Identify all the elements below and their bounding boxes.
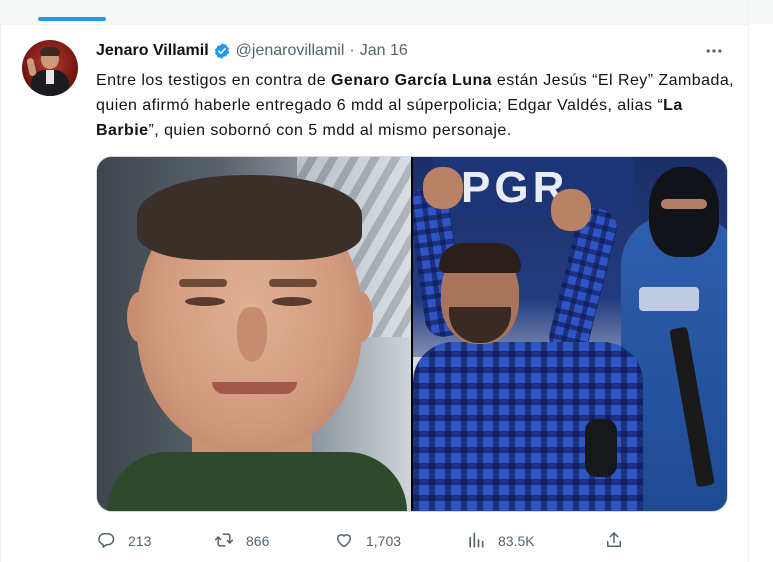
reply-count: 213 [128,533,152,549]
views-chart-icon [466,530,486,553]
verified-badge-icon [213,42,231,60]
media-photo-portrait[interactable] [97,157,411,511]
retweet-button[interactable]: 866 [214,528,269,554]
divider [0,24,749,25]
retweet-count: 866 [246,533,270,549]
reply-button[interactable]: 213 [96,528,151,554]
text-segment: Entre los testigos en contra de [96,72,331,89]
tweet-header: Jenaro Villamil @jenarovillamil · Jan 16 [96,40,408,62]
bold-name: Genaro García Luna [330,72,493,89]
tweet-screenshot: Jenaro Villamil @jenarovillamil · Jan 16… [0,0,773,562]
tweet-actions: 213 866 1,703 83.5K [96,528,736,554]
views-count: 83.5K [498,533,535,549]
retweet-icon [214,530,234,553]
like-button[interactable]: 1,703 [334,528,401,554]
header-separator: · [349,42,355,59]
tweet-text: Entre los testigos en contra de Genaro G… [96,68,736,143]
views-button[interactable]: 83.5K [466,528,535,554]
author-handle[interactable]: @jenarovillamil [236,42,345,60]
top-strip [0,0,773,24]
timeline-right-border [748,0,749,562]
share-button[interactable] [604,528,624,554]
avatar[interactable] [22,40,78,96]
reply-icon [96,530,116,553]
heart-icon [334,530,354,553]
active-tab-indicator [38,17,106,21]
more-options-icon[interactable] [702,40,726,62]
media-photo-arrest[interactable]: PGR [413,157,727,511]
like-count: 1,703 [366,533,402,549]
tweet-media[interactable]: PGR [96,156,728,512]
tweet-date[interactable]: Jan 16 [360,42,408,60]
author-name[interactable]: Jenaro Villamil [96,42,209,60]
share-icon [604,530,624,553]
text-segment: ”, quien sobornó con 5 mdd al mismo pers… [148,122,512,139]
timeline-left-border [0,24,1,562]
